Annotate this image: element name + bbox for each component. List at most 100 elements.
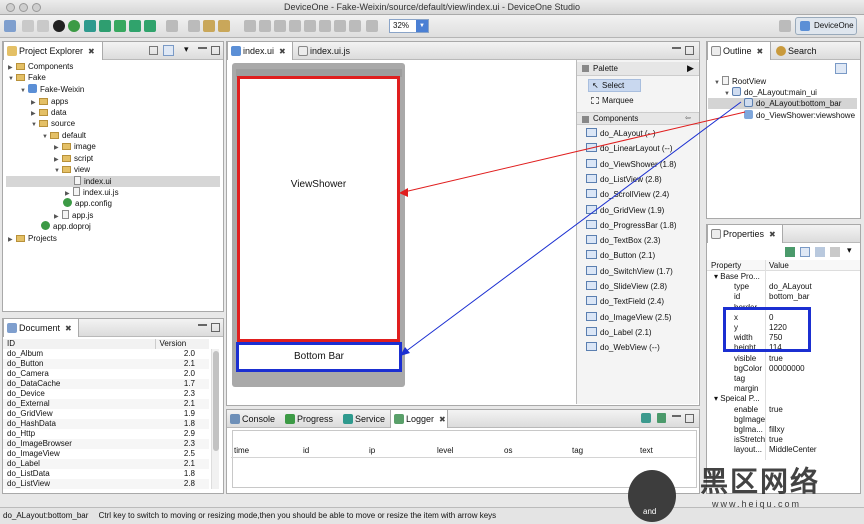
- table-row[interactable]: do_Button 2.1: [3, 359, 209, 369]
- property-row[interactable]: enable true: [710, 405, 858, 415]
- categories-icon[interactable]: [800, 247, 810, 257]
- palette-component-item[interactable]: do_Label (2.1): [586, 325, 652, 340]
- column-id[interactable]: id: [303, 445, 309, 457]
- column-header[interactable]: Version: [155, 339, 209, 349]
- cloud-icon[interactable]: [99, 20, 111, 32]
- table-row[interactable]: do_ImageBrowser 2.3: [3, 439, 209, 449]
- scrollbar-thumb[interactable]: [213, 351, 219, 451]
- restore-default-icon[interactable]: [830, 247, 840, 257]
- property-row[interactable]: bgIma... fillxy: [710, 425, 858, 435]
- save-all-icon[interactable]: [37, 20, 49, 32]
- tree-item-projects[interactable]: ▶ Projects: [8, 233, 57, 244]
- viewshower-element[interactable]: ViewShower: [237, 76, 400, 342]
- align-bottom-icon[interactable]: [319, 20, 331, 32]
- tree-item-fake-weixin[interactable]: ▼ Fake-Weixin: [20, 84, 84, 95]
- tree-item-app-doproj[interactable]: app.doproj: [41, 221, 91, 232]
- table-row[interactable]: do_DataCache 1.7: [3, 379, 209, 389]
- column-text[interactable]: text: [640, 445, 653, 457]
- align-center-icon[interactable]: [259, 20, 271, 32]
- view-menu-icon[interactable]: ▾: [847, 245, 852, 256]
- new-property-icon[interactable]: [785, 247, 795, 257]
- tree-item-apps[interactable]: ▶ apps: [31, 96, 68, 107]
- property-value[interactable]: 00000000: [769, 364, 805, 374]
- property-value[interactable]: fillxy: [769, 425, 785, 435]
- palette-component-item[interactable]: do_ListView (2.8): [586, 172, 662, 187]
- property-row[interactable]: bgImage: [710, 415, 858, 425]
- component-icon[interactable]: [68, 20, 80, 32]
- tab-console[interactable]: Console: [227, 410, 280, 428]
- tree-item-source[interactable]: ▼ source: [31, 118, 75, 129]
- palette-component-item[interactable]: do_Button (2.1): [586, 248, 655, 263]
- debug-icon[interactable]: [166, 20, 178, 32]
- tab-document[interactable]: Document ✖: [3, 319, 79, 337]
- sort-icon[interactable]: [835, 63, 847, 74]
- close-icon[interactable]: ✖: [757, 47, 764, 56]
- match-width-icon[interactable]: [334, 20, 346, 32]
- history-icon[interactable]: [218, 20, 230, 32]
- upload-icon[interactable]: [129, 20, 141, 32]
- palette-component-item[interactable]: do_SwitchView (1.7): [586, 264, 673, 279]
- property-row[interactable]: ▾ Speical P...: [710, 394, 858, 404]
- tree-item-app-config[interactable]: app.config: [63, 198, 112, 209]
- align-left-icon[interactable]: [244, 20, 256, 32]
- column-os[interactable]: os: [504, 445, 512, 457]
- property-row[interactable]: tag: [710, 374, 858, 384]
- property-value[interactable]: true: [769, 405, 783, 415]
- perspective-button[interactable]: DeviceOne: [795, 17, 857, 35]
- palette-component-item[interactable]: do_ProgressBar (1.8): [586, 218, 676, 233]
- zoom-window-button[interactable]: [32, 3, 41, 12]
- column-time[interactable]: time: [234, 445, 249, 457]
- property-value[interactable]: bottom_bar: [769, 292, 809, 302]
- property-row[interactable]: margin: [710, 384, 858, 394]
- palette-component-item[interactable]: do_SlideView (2.8): [586, 279, 667, 294]
- close-icon[interactable]: ✖: [279, 47, 286, 56]
- user-icon[interactable]: [53, 20, 65, 32]
- phone-icon[interactable]: [114, 20, 126, 32]
- palette-component-item[interactable]: do_ViewShower (1.8): [586, 157, 676, 172]
- palette-component-item[interactable]: do_WebView (--): [586, 340, 660, 355]
- new-icon[interactable]: [4, 20, 16, 32]
- tab-outline[interactable]: Outline ✖: [707, 42, 771, 60]
- palette-component-item[interactable]: do_GridView (1.9): [586, 203, 664, 218]
- match-height-icon[interactable]: [349, 20, 361, 32]
- tree-item-index-ui[interactable]: index.ui: [6, 176, 220, 187]
- palette-component-item[interactable]: do_ImageView (2.5): [586, 310, 671, 325]
- column-level[interactable]: level: [437, 445, 453, 457]
- property-value[interactable]: true: [769, 354, 783, 364]
- chevron-right-icon[interactable]: ▶: [687, 63, 694, 74]
- close-icon[interactable]: ✖: [769, 230, 776, 239]
- link-editor-icon[interactable]: [163, 45, 174, 56]
- filter-icon[interactable]: [815, 247, 825, 257]
- maximize-icon[interactable]: [211, 323, 220, 332]
- table-row[interactable]: do_Device 2.3: [3, 389, 209, 399]
- outline-item-viewshower[interactable]: do_ViewShower:viewshowe: [744, 110, 858, 121]
- table-row[interactable]: do_GridView 1.9: [3, 409, 209, 419]
- table-row[interactable]: do_Label 2.1: [3, 459, 209, 469]
- palette-component-item[interactable]: do_TextBox (2.3): [586, 233, 660, 248]
- bottom-bar-element[interactable]: Bottom Bar: [236, 342, 402, 372]
- pin-icon[interactable]: ⇦: [685, 114, 691, 122]
- table-row[interactable]: do_Album 2.0: [3, 349, 209, 359]
- tab-project-explorer[interactable]: Project Explorer ✖: [3, 42, 103, 60]
- property-row[interactable]: isStretch true: [710, 435, 858, 445]
- maximize-icon[interactable]: [685, 46, 694, 55]
- tree-item-app-js[interactable]: ▶ app.js: [54, 210, 93, 221]
- palette-component-item[interactable]: do_LinearLayout (--): [586, 141, 672, 156]
- back-icon[interactable]: [188, 20, 200, 32]
- table-row[interactable]: do_HashData 1.8: [3, 419, 209, 429]
- table-row[interactable]: do_External 2.1: [3, 399, 209, 409]
- property-row[interactable]: layout... MiddleCenter: [710, 445, 858, 455]
- table-row[interactable]: do_Camera 2.0: [3, 369, 209, 379]
- tree-item-image[interactable]: ▶ image: [54, 141, 96, 152]
- align-middle-icon[interactable]: [304, 20, 316, 32]
- close-window-button[interactable]: [6, 3, 15, 12]
- tree-item-default[interactable]: ▼ default: [42, 130, 86, 141]
- minimize-icon[interactable]: [672, 414, 681, 417]
- close-icon[interactable]: ✖: [88, 47, 95, 56]
- align-top-icon[interactable]: [289, 20, 301, 32]
- tree-item-script[interactable]: ▶ script: [54, 153, 93, 164]
- table-row[interactable]: do_Http 2.9: [3, 429, 209, 439]
- column-tag[interactable]: tag: [572, 445, 583, 457]
- table-row[interactable]: do_ListData 1.8: [3, 469, 209, 479]
- palette-tool-select[interactable]: ↖ Select: [588, 79, 641, 92]
